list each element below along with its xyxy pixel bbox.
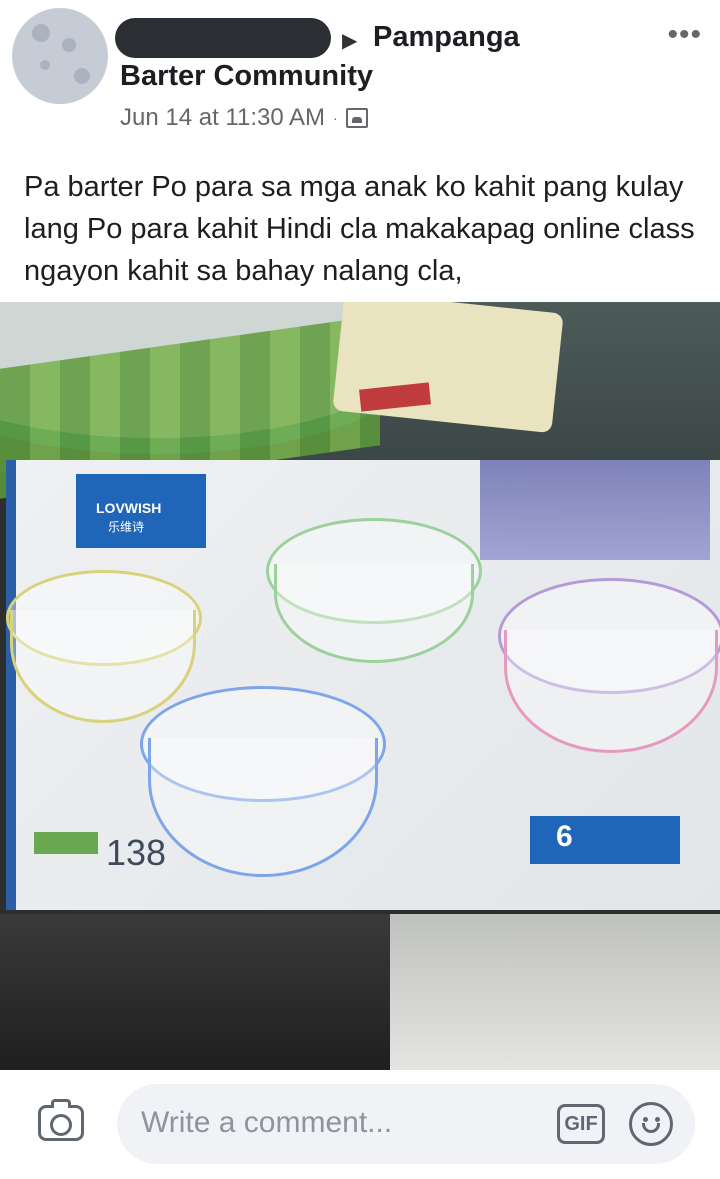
product-box: LOVWISH 乐维诗 138 6 bbox=[6, 460, 720, 910]
brand-subtext: 乐维诗 bbox=[108, 520, 145, 534]
comment-placeholder: Write a comment... bbox=[141, 1106, 393, 1139]
post-header: ▶ Pampanga Barter Community Jun 14 at 11… bbox=[0, 0, 720, 150]
post-body-text: Pa barter Po para sa mga anak ko kahit p… bbox=[24, 171, 695, 287]
price-text: 138 bbox=[106, 832, 167, 873]
post-timestamp[interactable]: Jun 14 at 11:30 AM bbox=[120, 104, 325, 132]
avatar[interactable] bbox=[12, 8, 108, 104]
floor-light bbox=[390, 914, 720, 1070]
comment-input[interactable]: Write a comment... GIF bbox=[117, 1084, 695, 1164]
emoji-icon[interactable] bbox=[629, 1102, 673, 1146]
redacted-author-name[interactable] bbox=[115, 18, 331, 58]
bowl-green-body bbox=[274, 564, 474, 663]
brand-text: LOVWISH bbox=[96, 500, 162, 516]
bowl-blue-body bbox=[148, 738, 378, 877]
bowl-pink-body bbox=[504, 630, 718, 753]
group-name-line1[interactable]: Pampanga bbox=[373, 21, 520, 54]
camera-icon[interactable] bbox=[38, 1099, 88, 1143]
gif-icon[interactable]: GIF bbox=[557, 1104, 605, 1144]
group-name-line2[interactable]: Barter Community bbox=[120, 60, 373, 93]
meta-separator: · bbox=[333, 110, 338, 126]
more-options-icon[interactable]: ••• bbox=[667, 18, 702, 52]
sachet-shape bbox=[332, 302, 564, 434]
arrow-icon: ▶ bbox=[342, 30, 358, 52]
price-badge bbox=[34, 832, 98, 854]
comment-composer: Write a comment... GIF bbox=[0, 1070, 720, 1179]
pcs-count: 6 bbox=[556, 820, 573, 853]
lavender-graphic bbox=[480, 460, 710, 560]
post-photo[interactable]: LOVWISH 乐维诗 138 6 bbox=[0, 302, 720, 1070]
pcs-badge: 6 bbox=[530, 816, 680, 864]
post-meta: Jun 14 at 11:30 AM · bbox=[120, 104, 368, 132]
privacy-icon bbox=[345, 108, 368, 128]
